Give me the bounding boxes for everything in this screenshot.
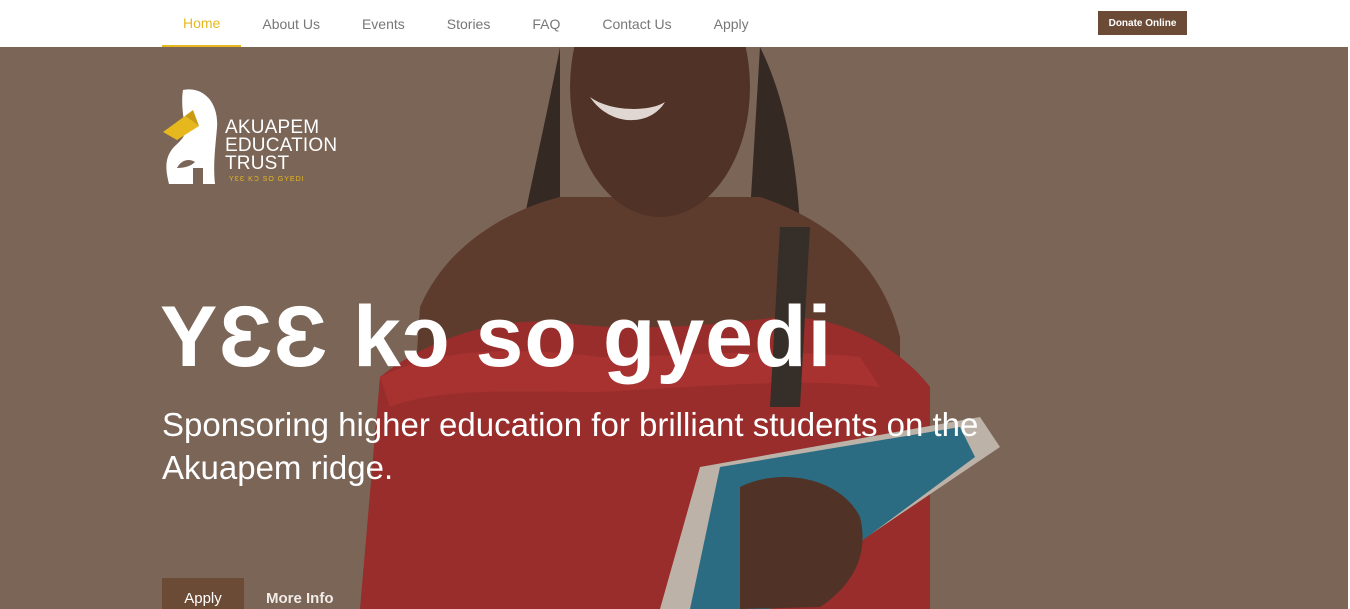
akuapem-logo[interactable]: AKUAPEM EDUCATION TRUST YƐƐ KƆ SO GYEDI (163, 88, 353, 188)
hero-more-info-button[interactable]: More Info (266, 590, 334, 607)
donate-online-button[interactable]: Donate Online (1098, 11, 1187, 35)
elephant-graduation-cap-icon (163, 89, 218, 184)
nav-item-contact-us[interactable]: Contact Us (581, 0, 692, 47)
logo-text-line3: TRUST (225, 153, 290, 174)
nav-item-events[interactable]: Events (341, 0, 426, 47)
nav-item-faq[interactable]: FAQ (511, 0, 581, 47)
logo-tagline: YƐƐ KƆ SO GYEDI (229, 176, 305, 183)
hero-apply-button[interactable]: Apply (162, 578, 244, 609)
nav-item-apply[interactable]: Apply (693, 0, 770, 47)
nav-menu: Home About Us Events Stories FAQ Contact… (162, 0, 770, 47)
nav-item-about-us[interactable]: About Us (241, 0, 341, 47)
hero-headline: YƐƐ kɔ so gyedi (160, 289, 833, 385)
nav-item-stories[interactable]: Stories (426, 0, 512, 47)
nav-item-home[interactable]: Home (162, 0, 242, 47)
top-navbar: Home About Us Events Stories FAQ Contact… (0, 0, 1350, 47)
hero-subheading: Sponsoring higher education for brillian… (162, 406, 979, 486)
